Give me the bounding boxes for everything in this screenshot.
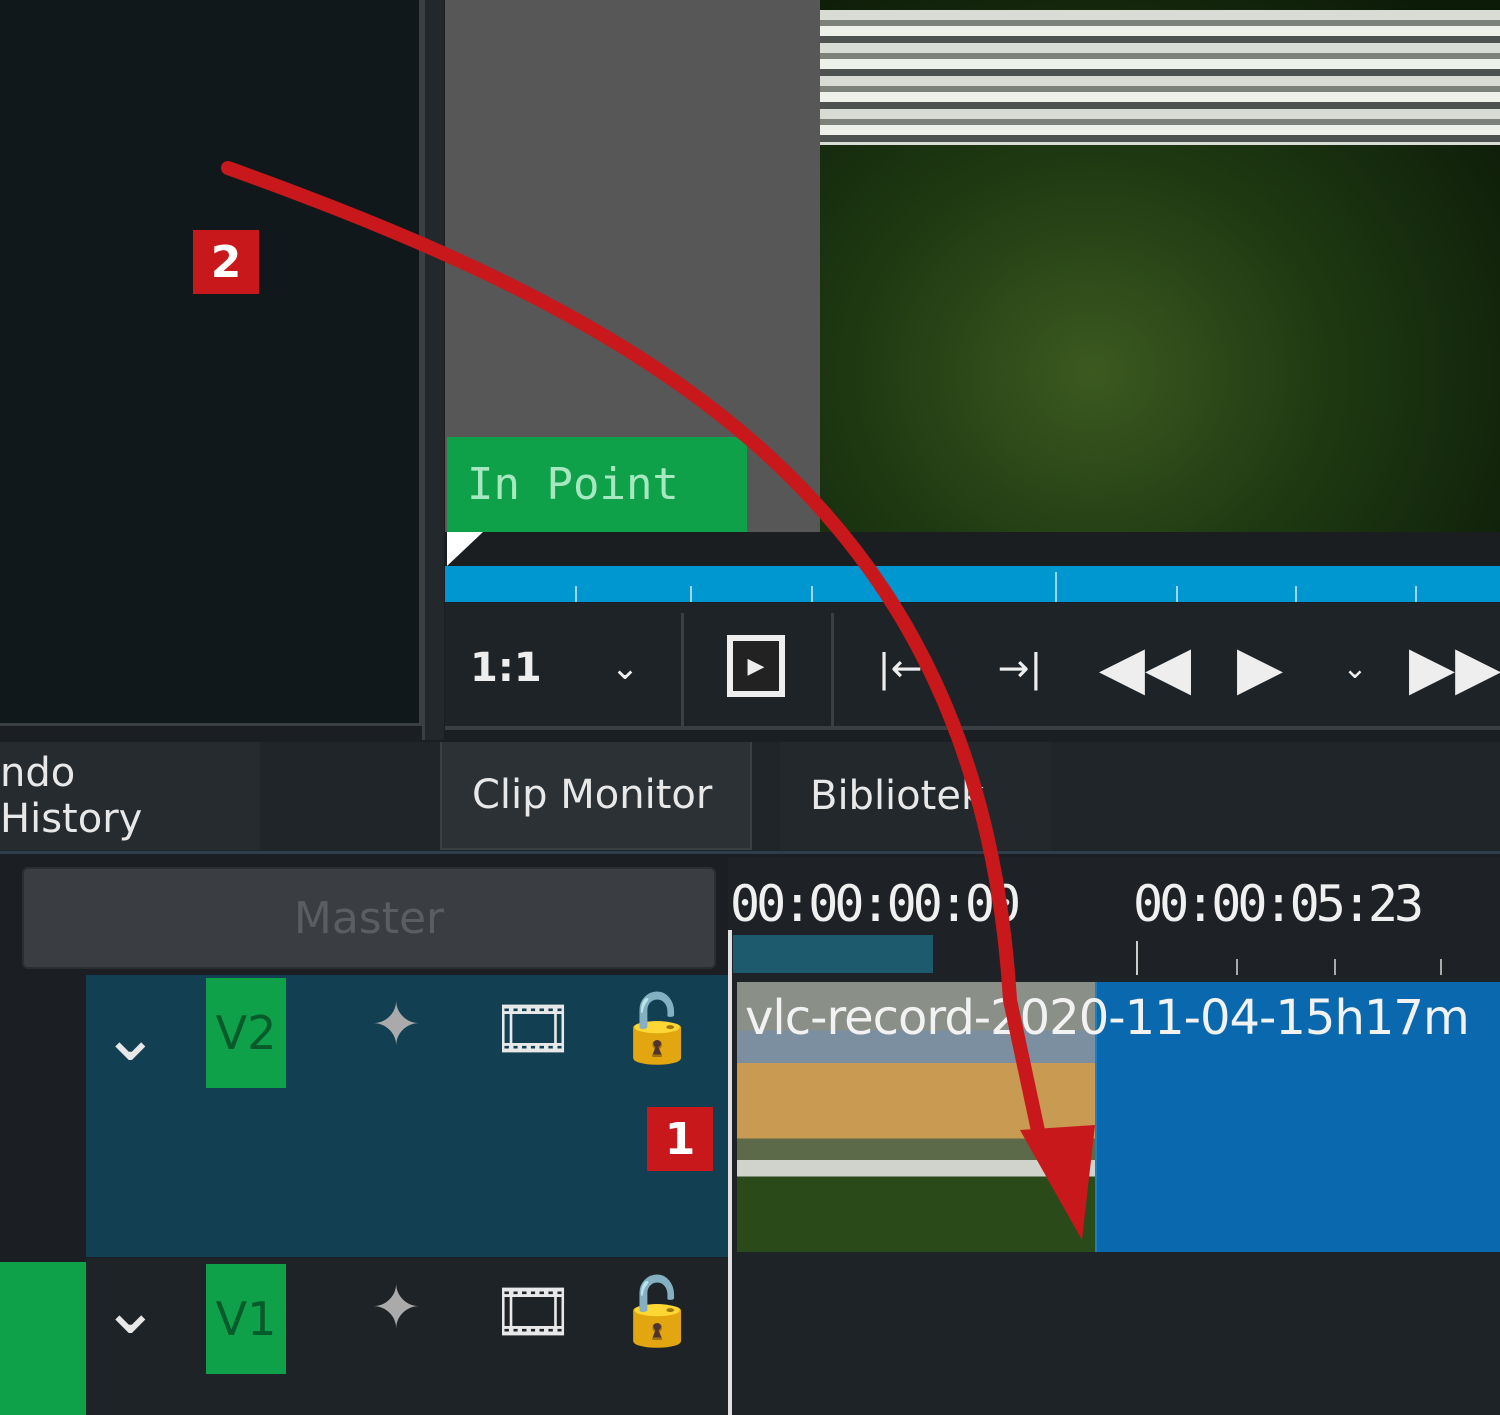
track-v2-gutter xyxy=(0,975,86,1257)
chevron-down-icon[interactable]: ⌄ xyxy=(595,638,655,698)
rewind-icon[interactable]: ◀◀ xyxy=(1099,633,1191,703)
master-button[interactable]: Master xyxy=(22,867,716,969)
chevron-down-icon[interactable]: ⌄ xyxy=(101,995,160,1077)
chevron-down-icon[interactable]: ⌄ xyxy=(1330,638,1380,698)
set-out-point-icon[interactable]: →| xyxy=(990,633,1050,703)
annotation-badge-1: 1 xyxy=(647,1107,713,1171)
track-name-v2[interactable]: V2 xyxy=(206,978,286,1088)
tab-undo-history[interactable]: ndo History xyxy=(0,742,260,850)
track-header-v2[interactable]: ⌄ V2 ✦ 🎞 🔓 xyxy=(86,975,728,1257)
panel-splitter[interactable] xyxy=(422,0,444,740)
timecode-start: 00:00:00:00 xyxy=(730,875,1021,933)
set-in-point-icon[interactable]: |← xyxy=(870,633,930,703)
play-icon[interactable]: ▶ xyxy=(1230,633,1290,703)
timeline-zone[interactable] xyxy=(733,935,933,973)
unlock-icon[interactable]: 🔓 xyxy=(616,990,698,1068)
film-icon[interactable]: 🎞 xyxy=(491,1273,575,1351)
dock-tabs: ndo History Clip Monitor Bibliotek xyxy=(0,742,1500,854)
chevron-down-icon[interactable]: ⌄ xyxy=(101,1268,160,1350)
tab-library[interactable]: Bibliotek xyxy=(780,742,1050,850)
effects-wand-icon[interactable]: ✦ xyxy=(371,1273,421,1343)
timeline-cursor[interactable] xyxy=(728,930,732,1415)
monitor-zone-bar[interactable] xyxy=(445,566,1500,602)
zoom-ratio-label[interactable]: 1:1 xyxy=(470,638,542,698)
video-noise-stripes xyxy=(820,10,1500,145)
tab-clip-monitor[interactable]: Clip Monitor xyxy=(440,742,752,850)
track-header-v1[interactable]: ⌄ V1 ✦ 🎞 🔓 xyxy=(86,1258,728,1415)
annotation-badge-2: 2 xyxy=(193,230,259,294)
track-v1-active-indicator xyxy=(0,1262,86,1415)
in-point-label: In Point xyxy=(447,437,747,532)
monitor-playhead[interactable] xyxy=(447,532,483,566)
fast-forward-icon[interactable]: ▶▶ xyxy=(1409,633,1500,703)
track-name-v1[interactable]: V1 xyxy=(206,1264,286,1374)
monitor-ruler[interactable] xyxy=(445,532,1500,566)
film-icon[interactable]: 🎞 xyxy=(491,990,575,1068)
unlock-icon[interactable]: 🔓 xyxy=(616,1273,698,1351)
clip-title: vlc-record-2020-11-04-15h17m xyxy=(745,990,1470,1046)
left-panel xyxy=(0,0,422,726)
effects-wand-icon[interactable]: ✦ xyxy=(371,990,421,1060)
monitor-toolbar: 1:1 ⌄ ▶ |← →| ◀◀ ▶ ⌄ ▶▶ xyxy=(445,603,1500,730)
fit-frame-icon[interactable]: ▶ xyxy=(727,635,785,697)
timecode-mark: 00:00:05:23 xyxy=(1133,875,1424,933)
